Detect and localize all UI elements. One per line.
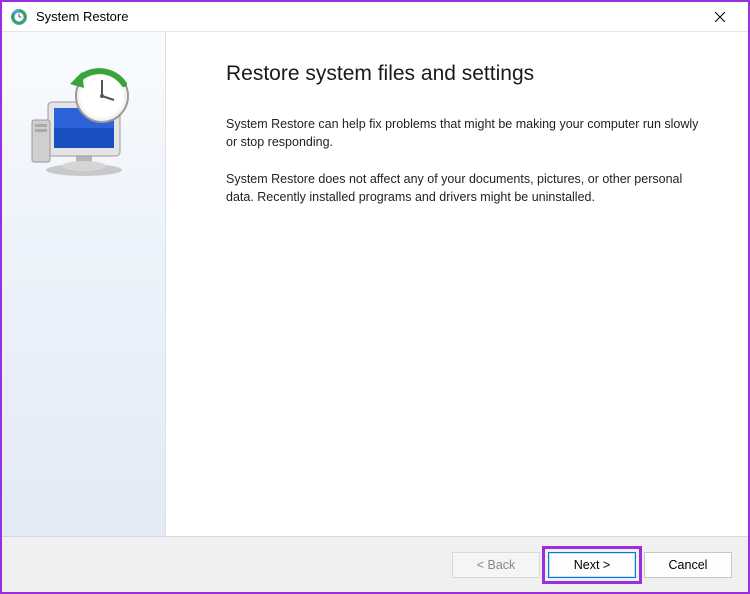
main-content: Restore system files and settings System… bbox=[166, 32, 748, 536]
next-button[interactable]: Next > bbox=[548, 552, 636, 578]
close-button[interactable] bbox=[700, 3, 740, 31]
system-restore-illustration bbox=[24, 62, 144, 182]
system-restore-window: System Restore bbox=[0, 0, 750, 594]
window-title: System Restore bbox=[36, 9, 700, 24]
page-heading: Restore system files and settings bbox=[226, 62, 718, 86]
cancel-button[interactable]: Cancel bbox=[644, 552, 732, 578]
close-icon bbox=[715, 12, 725, 22]
wizard-body: Restore system files and settings System… bbox=[2, 32, 748, 536]
intro-paragraph-1: System Restore can help fix problems tha… bbox=[226, 116, 706, 151]
titlebar: System Restore bbox=[2, 2, 748, 32]
wizard-footer: < Back Next > Cancel bbox=[2, 536, 748, 592]
back-button[interactable]: < Back bbox=[452, 552, 540, 578]
system-restore-icon bbox=[10, 8, 28, 26]
intro-paragraph-2: System Restore does not affect any of yo… bbox=[226, 171, 706, 206]
sidebar bbox=[2, 32, 166, 536]
